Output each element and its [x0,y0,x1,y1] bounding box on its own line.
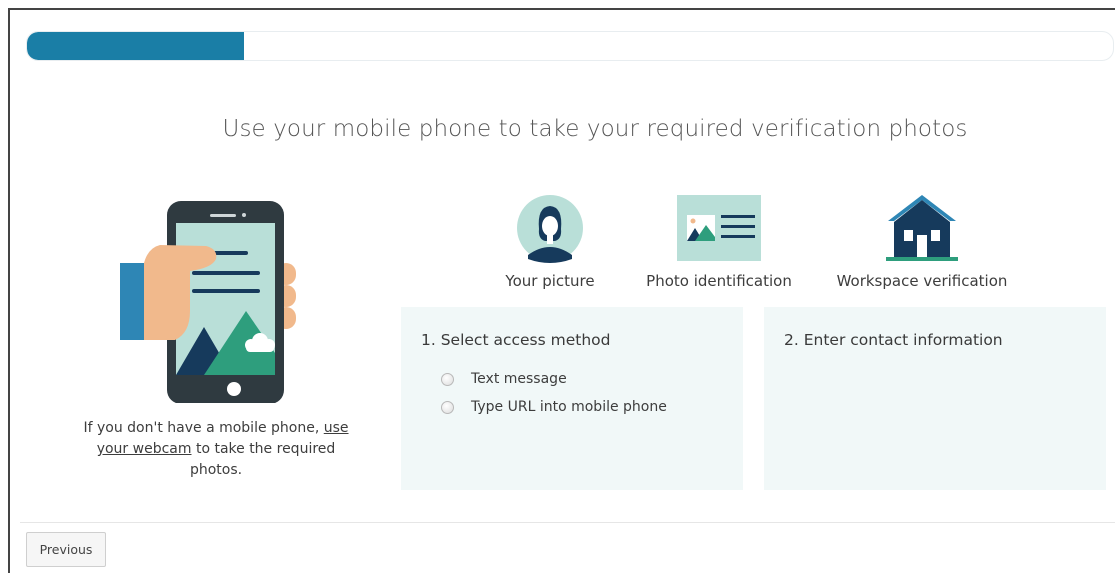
text-message-radio[interactable] [441,372,454,386]
webcam-note-text-before: If you don't have a mobile phone, [83,420,324,436]
progress-bar-fill [27,32,245,60]
step-label: Photo identification [646,272,792,290]
house-icon [832,193,1012,263]
access-method-title: 1. Select access method [421,331,611,349]
option-type-url[interactable]: Type URL into mobile phone [441,399,667,415]
step-your-picture: Your picture [480,193,620,290]
page-title: Use your mobile phone to take your requi… [222,116,968,142]
footer-divider [20,522,1115,523]
step-workspace-verification: Workspace verification [832,193,1012,290]
option-label: Text message [471,371,567,387]
step-label: Workspace verification [836,272,1008,290]
option-label: Type URL into mobile phone [471,399,667,415]
option-text-message[interactable]: Text message [441,371,567,387]
step-label: Your picture [505,272,595,290]
person-avatar-icon [480,193,620,263]
contact-information-title: 2. Enter contact information [784,331,1003,349]
progress-bar [26,31,1114,61]
id-card-icon [634,193,804,263]
webcam-note: If you don't have a mobile phone, use yo… [80,418,352,481]
contact-information-card: 2. Enter contact information [764,307,1106,490]
access-method-card: 1. Select access method Text message Typ… [401,307,743,490]
webcam-note-text-after: to take the required photos. [189,441,336,478]
app-frame: Use your mobile phone to take your requi… [8,8,1115,573]
step-photo-identification: Photo identification [634,193,804,290]
phone-illustration [120,193,310,404]
type-url-radio[interactable] [441,400,454,414]
previous-button[interactable]: Previous [26,532,106,567]
